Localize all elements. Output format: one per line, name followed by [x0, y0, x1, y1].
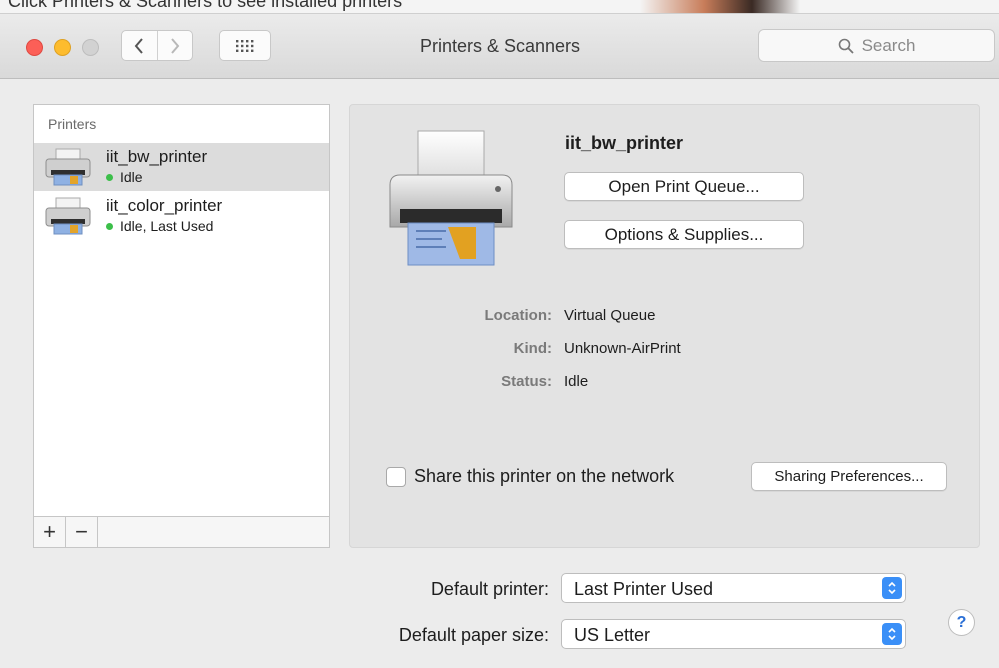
printer-list-header: Printers [48, 116, 97, 132]
background-accent [640, 0, 800, 13]
default-printer-label: Default printer: [430, 579, 549, 599]
top-crop-strip: Click Printers & Scanners to see install… [0, 0, 999, 13]
status-label: Status: [501, 373, 552, 390]
default-paper-size-value: US Letter [574, 625, 651, 645]
default-paper-size-label: Default paper size: [398, 625, 549, 645]
search-icon [838, 38, 854, 54]
default-printer-value: Last Printer Used [574, 579, 714, 599]
printer-details-panel: iit_bw_printer Open Print Queue... Optio… [349, 104, 980, 548]
status-dot-icon [106, 222, 113, 230]
status-value: Idle [564, 373, 589, 390]
location-value: Virtual Queue [564, 307, 656, 324]
select-stepper-icon [882, 623, 902, 645]
forward-button[interactable] [156, 31, 193, 60]
add-printer-button[interactable]: + [34, 517, 66, 547]
printer-list-item[interactable]: iit_bw_printer Idle [34, 143, 329, 191]
printer-name: iit_bw_printer [106, 147, 208, 166]
search-placeholder: Search [861, 35, 916, 55]
printer-status: Idle [106, 169, 143, 185]
help-button[interactable]: ? [948, 609, 975, 636]
share-printer-checkbox[interactable] [386, 467, 406, 487]
printer-large-icon [389, 130, 513, 266]
sharing-preferences-button[interactable]: Sharing Preferences... [751, 462, 947, 491]
window-title: Printers & Scanners [419, 36, 581, 56]
printer-status-text: Idle, Last Used [120, 218, 214, 234]
search-field[interactable]: Search [758, 29, 995, 62]
kind-value: Unknown-AirPrint [564, 340, 681, 357]
options-supplies-button[interactable]: Options & Supplies... [564, 220, 804, 249]
zoom-window-button[interactable] [82, 39, 99, 56]
minimize-window-button[interactable] [54, 39, 71, 56]
select-stepper-icon [882, 577, 902, 599]
printers-window: Printers & Scanners Search Printers iit_… [0, 13, 999, 668]
printer-status-text: Idle [120, 169, 143, 185]
location-label: Location: [484, 307, 553, 324]
printer-icon [45, 197, 91, 235]
printer-name: iit_color_printer [106, 196, 223, 215]
back-button[interactable] [122, 31, 157, 60]
remove-printer-button[interactable]: − [66, 517, 98, 547]
title-bar: Printers & Scanners Search [0, 14, 999, 79]
printer-icon [45, 148, 91, 186]
open-print-queue-button[interactable]: Open Print Queue... [564, 172, 804, 201]
default-printer-select[interactable]: Last Printer Used [561, 573, 906, 603]
printer-list-item[interactable]: iit_color_printer Idle, Last Used [34, 192, 329, 240]
share-printer-label[interactable]: Share this printer on the network [414, 466, 674, 487]
kind-label: Kind: [513, 340, 552, 357]
printer-list-footer: + − [33, 517, 330, 548]
chevron-right-icon [170, 37, 180, 54]
status-dot-icon [106, 173, 113, 181]
chevron-left-icon [134, 37, 144, 54]
show-all-button[interactable] [219, 30, 271, 61]
top-crop-text: Click Printers & Scanners to see install… [8, 0, 403, 11]
printer-status: Idle, Last Used [106, 218, 213, 234]
default-paper-size-select[interactable]: US Letter [561, 619, 906, 649]
grid-icon [236, 39, 254, 52]
selected-printer-name: iit_bw_printer [565, 133, 684, 153]
close-window-button[interactable] [26, 39, 43, 56]
printer-list: Printers iit_bw_printer Idle iit_color_p… [33, 104, 330, 517]
nav-button-group [121, 30, 193, 61]
